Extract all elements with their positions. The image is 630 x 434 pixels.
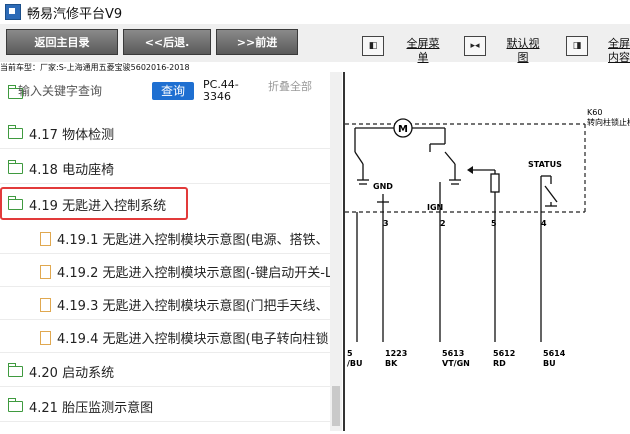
app-icon — [5, 4, 21, 20]
pin-label: 4 — [541, 219, 547, 228]
wire-color: RD — [493, 359, 506, 368]
tree-item[interactable]: 4.19.2 无匙进入控制模块示意图(-键启动开关-L — [0, 257, 330, 287]
back-to-main-button[interactable]: 返回主目录 — [6, 29, 118, 55]
menu-pane: 输入关键字查询 查询 PC.44-3346 折叠全部 4.17 物体检测 4.1… — [0, 72, 342, 431]
search-input[interactable]: 输入关键字查询 — [18, 82, 102, 99]
tree-item[interactable]: 4.21 胎压监测示意图 — [0, 392, 330, 422]
module-name: 转向柱锁止模块 — [587, 117, 630, 127]
folder-icon — [7, 398, 23, 412]
document-icon — [40, 231, 51, 246]
wire-color: BK — [385, 359, 398, 368]
diagram-pane: K60 转向柱锁止模块 M GND IGN STATUS — [343, 72, 630, 431]
wire-color: VT/GN — [442, 359, 470, 368]
pin-label: 2 — [440, 219, 446, 228]
toolbar: 返回主目录 <<后退. >>前进 ◧ 全屏菜单 ▸◂ 默认视图 ◨ 全屏内容 — [0, 24, 630, 65]
collapse-all-button[interactable]: 折叠全部 — [268, 80, 312, 93]
window-title: 畅易汽修平台V9 — [27, 6, 123, 22]
wire-color: BU — [543, 359, 556, 368]
tree-item[interactable]: 4.19.1 无匙进入控制模块示意图(电源、搭铁、 — [0, 224, 330, 254]
tree-item[interactable]: 4.18 电动座椅 — [0, 154, 330, 184]
back-button[interactable]: <<后退. — [123, 29, 211, 55]
expand-right-icon[interactable]: ◨ — [566, 36, 588, 56]
folder-icon — [7, 160, 23, 174]
tree-item[interactable]: 4.20 启动系统 — [0, 357, 330, 387]
motor-symbol: M — [398, 124, 408, 135]
wiring-diagram: K60 转向柱锁止模块 M GND IGN STATUS — [345, 108, 630, 368]
fullscreen-content-label[interactable]: 全屏内容 — [607, 37, 630, 65]
search-code: PC.44-3346 — [203, 78, 239, 103]
tree-item[interactable]: 4.19.3 无匙进入控制模块示意图(门把手天线、 — [0, 290, 330, 320]
folder-icon — [7, 125, 23, 139]
fullscreen-menu-label[interactable]: 全屏菜单 — [405, 37, 441, 65]
wire-color: /BU — [347, 359, 363, 368]
wire-circuit: 5612 — [493, 349, 515, 358]
center-icon[interactable]: ▸◂ — [464, 36, 486, 56]
gnd-label: GND — [373, 182, 393, 191]
default-view-label[interactable]: 默认视图 — [505, 37, 541, 65]
tree-item[interactable]: 4.19.4 无匙进入控制模块示意图(电子转向柱锁 — [0, 323, 330, 353]
menu-scrollbar[interactable] — [330, 72, 342, 431]
wire-circuit: 5 — [347, 349, 353, 358]
search-button[interactable]: 查询 — [152, 82, 194, 100]
search-row: 输入关键字查询 查询 PC.44-3346 折叠全部 — [0, 72, 330, 112]
wire-circuit: 5614 — [543, 349, 566, 358]
scroll-thumb[interactable] — [332, 386, 340, 426]
wire-circuit: 1223 — [385, 349, 407, 358]
wire-circuit: 5613 — [442, 349, 464, 358]
document-icon — [40, 264, 51, 279]
expand-left-icon[interactable]: ◧ — [362, 36, 384, 56]
status-label: STATUS — [528, 160, 562, 169]
folder-icon — [7, 363, 23, 377]
title-bar: 畅易汽修平台V9 — [0, 0, 630, 25]
document-icon — [40, 297, 51, 312]
tree-item[interactable]: 4.17 物体检测 — [0, 119, 330, 149]
forward-button[interactable]: >>前进 — [216, 29, 298, 55]
document-icon — [40, 330, 51, 345]
selection-highlight — [0, 187, 188, 220]
ign-label: IGN — [427, 203, 443, 212]
module-id: K60 — [587, 108, 602, 117]
pin-label: 3 — [383, 219, 389, 228]
pin-label: 5 — [491, 219, 497, 228]
